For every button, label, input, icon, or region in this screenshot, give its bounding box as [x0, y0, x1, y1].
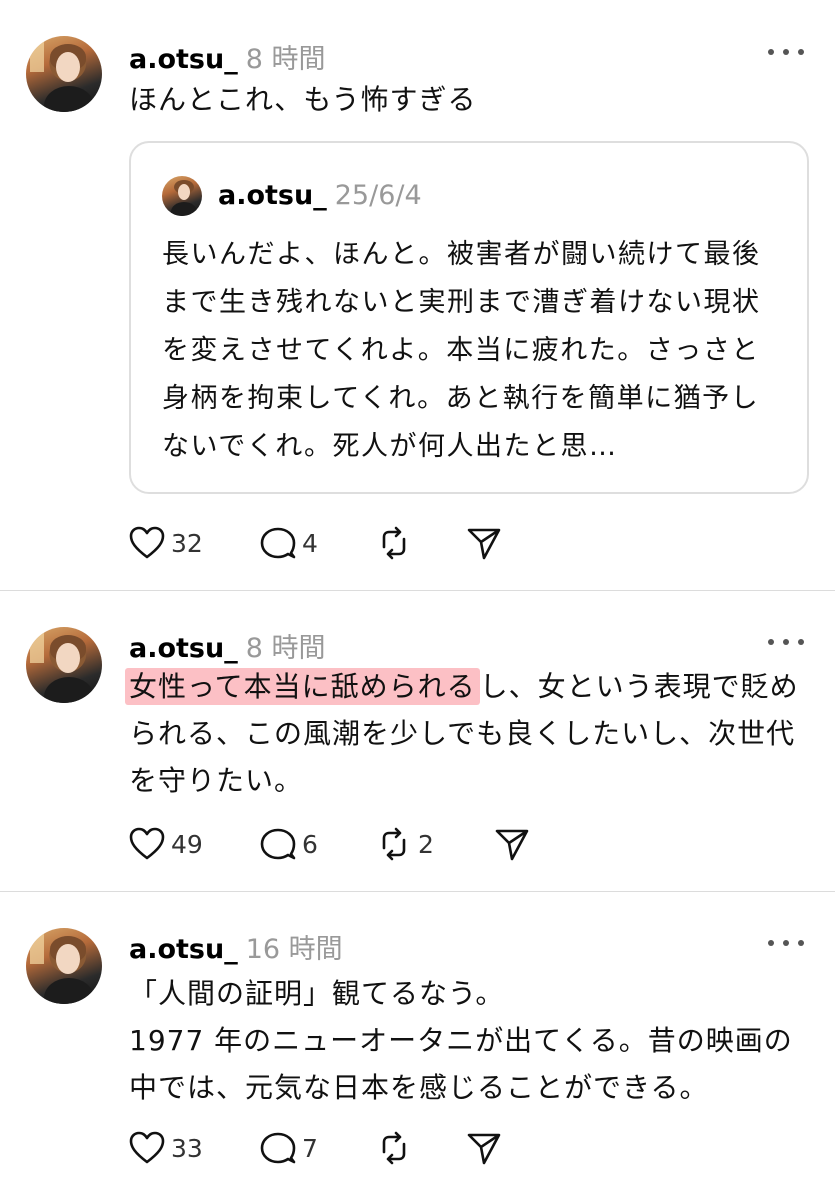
- avatar[interactable]: [26, 627, 102, 703]
- post-2: a.otsu_ 8 時間 女性って本当に舐められる し、女という表現で貶められる、こ…: [0, 591, 835, 891]
- reply-count: 6: [302, 829, 318, 859]
- share-icon: [495, 829, 529, 861]
- share-icon: [467, 1133, 501, 1165]
- heart-icon: [129, 526, 165, 559]
- reply-count: 4: [302, 528, 318, 558]
- username[interactable]: a.otsu_ 16 時間: [129, 927, 343, 966]
- like-button[interactable]: 33: [129, 1128, 203, 1168]
- repost-icon: [382, 827, 406, 861]
- avatar[interactable]: [26, 36, 102, 112]
- repost-button[interactable]: [376, 1128, 412, 1168]
- username[interactable]: a.otsu_ 8 時間: [129, 37, 326, 76]
- quote-avatar: [162, 176, 202, 216]
- share-button[interactable]: [466, 523, 502, 563]
- post-time: 16 時間: [245, 934, 343, 965]
- reply-count: 7: [302, 1133, 318, 1163]
- reply-button[interactable]: 4: [260, 523, 318, 563]
- highlighted-text: 女性って本当に舐められる: [125, 668, 480, 705]
- post-1: a.otsu_ 8 時間 ほんとこれ、もう怖すぎる a.otsu_ 25/6/4 長…: [0, 0, 835, 590]
- more-icon[interactable]: [768, 636, 804, 648]
- reply-button[interactable]: 7: [260, 1128, 318, 1168]
- post-text: ほんとこれ、もう怖すぎる: [129, 83, 477, 116]
- repost-icon: [382, 1131, 406, 1165]
- share-button[interactable]: [466, 1128, 502, 1168]
- quoted-post-card[interactable]: a.otsu_ 25/6/4 長いんだよ、ほんと。被害者が闘い続けて最後まで生き残…: [129, 141, 809, 494]
- more-icon[interactable]: [768, 46, 804, 58]
- quote-time: 25/6/4: [334, 180, 422, 211]
- share-icon: [467, 528, 501, 560]
- comment-icon: [260, 527, 296, 559]
- like-button[interactable]: 32: [129, 523, 203, 563]
- share-button[interactable]: [494, 824, 530, 864]
- heart-icon: [129, 1131, 165, 1164]
- more-icon[interactable]: [768, 937, 804, 949]
- post-text: 女性って本当に舐められる し、女という表現で貶められる、この風潮を少しでも良くした…: [125, 663, 809, 804]
- repost-count: 2: [418, 829, 434, 859]
- like-count: 49: [171, 829, 203, 859]
- heart-icon: [129, 827, 165, 860]
- quote-username: a.otsu_ 25/6/4: [218, 180, 422, 211]
- post-text: 「人間の証明」観てるなう。 1977 年のニューオータニが出てくる。昔の映画の中…: [129, 977, 793, 1104]
- repost-button[interactable]: [376, 523, 412, 563]
- repost-button[interactable]: 2: [376, 824, 434, 864]
- like-count: 33: [171, 1133, 203, 1163]
- comment-icon: [260, 1132, 296, 1164]
- post-3: a.otsu_ 16 時間 「人間の証明」観てるなう。 1977 年のニューオータ…: [0, 892, 835, 1200]
- post-time: 8 時間: [245, 633, 326, 664]
- like-button[interactable]: 49: [129, 824, 203, 864]
- avatar[interactable]: [26, 928, 102, 1004]
- like-count: 32: [171, 528, 203, 558]
- repost-icon: [382, 526, 406, 560]
- quote-text: 長いんだよ、ほんと。被害者が闘い続けて最後まで生き残れないと実刑まで漕ぎ着けない…: [162, 239, 761, 462]
- comment-icon: [260, 828, 296, 860]
- username[interactable]: a.otsu_ 8 時間: [129, 626, 326, 665]
- post-time: 8 時間: [245, 44, 326, 75]
- reply-button[interactable]: 6: [260, 824, 318, 864]
